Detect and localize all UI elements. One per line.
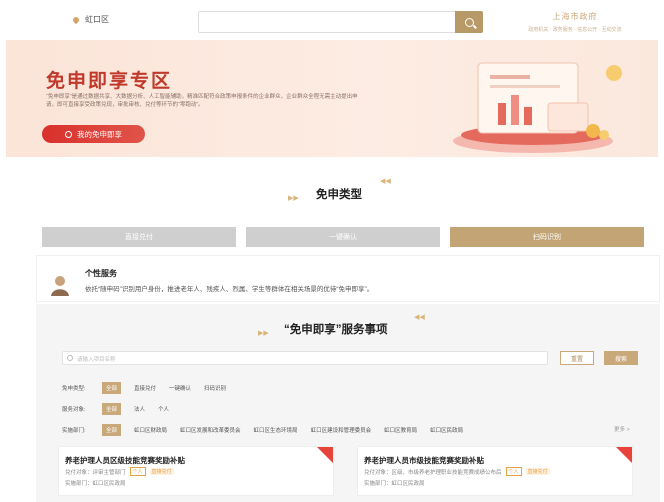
service-card-target: 兑付对象：评审主管部门 — [65, 469, 126, 476]
services-heading: “免申即享”服务事项 — [284, 324, 388, 336]
more-link[interactable]: 更多 > — [614, 425, 630, 433]
banner-title: 免申即享专区 — [46, 71, 173, 92]
filter-option[interactable]: 虹口区发展和改革委员会 — [180, 426, 241, 434]
service-card-tag: 个人 — [129, 467, 146, 476]
service-card-title: 养老护理人员区级技能竞赛奖励补贴 — [65, 456, 185, 465]
brand-title: 上海市政府 — [552, 12, 598, 21]
banner-illustration — [453, 62, 622, 153]
service-card-line: 兑付对象：区级、市级养老护理职业技能竞赛成绩公布后 个人 直接兑付 — [364, 467, 550, 476]
search-icon — [464, 17, 474, 27]
service-card-title: 养老护理人员市级技能竞赛奖励补贴 — [364, 456, 484, 465]
filter-option[interactable]: 一键确认 — [169, 384, 191, 392]
filter-row-department: 实施部门: 全部 虹口区财政局 虹口区发展和改革委员会 虹口区生态环境局 虹口区… — [62, 424, 476, 436]
top-search-button[interactable] — [455, 11, 483, 33]
my-exempt-button-label: 我的免申即享 — [77, 129, 122, 139]
filter-row-target: 服务对象: 全部 法人 个人 — [62, 403, 182, 415]
filter-label: 服务对象: — [62, 407, 86, 413]
filter-option[interactable]: 法人 — [134, 405, 145, 413]
location-pin-icon — [71, 15, 81, 24]
reset-button[interactable]: 重置 — [560, 351, 594, 365]
personal-service-title: 个性服务 — [85, 269, 117, 278]
search-button[interactable]: 搜索 — [604, 351, 638, 365]
filter-option[interactable]: 虹口区财政局 — [134, 426, 167, 434]
triangle-decor-icon: ◀◀ — [414, 314, 425, 321]
page: 虹口区 上海市政府 政府机关 · 政务服务 · 信息公开 · 互动交流 免申即享… — [0, 0, 664, 502]
service-card-type: 直接兑付 — [525, 468, 550, 475]
triangle-decor-icon: ▶▶ — [258, 330, 269, 337]
service-card-type: 直接兑付 — [149, 468, 174, 475]
service-card-tag: 个人 — [505, 467, 522, 476]
filter-row-type: 免申类型: 全部 直接兑付 一键确认 扫码识别 — [62, 382, 239, 394]
brand[interactable]: 上海市政府 政府机关 · 政务服务 · 信息公开 · 互动交流 — [510, 11, 640, 33]
triangle-decor-icon: ▶▶ — [288, 195, 299, 202]
my-exempt-button[interactable]: 我的免申即享 — [42, 125, 145, 143]
filter-option[interactable]: 全部 — [102, 382, 122, 394]
filter-option[interactable]: 个人 — [158, 405, 169, 413]
user-icon — [65, 130, 72, 138]
top-bar: 虹口区 上海市政府 政府机关 · 政务服务 · 信息公开 · 互动交流 — [0, 0, 664, 40]
filter-option[interactable]: 虹口区民政局 — [430, 426, 463, 434]
person-avatar-icon — [51, 276, 69, 296]
hero-banner: 免申即享专区 “免申即享”是通过数据共享、大数据分析、人工智能辅助，精准匹配符合… — [6, 40, 658, 157]
filter-label: 免申类型: — [62, 386, 86, 392]
brand-subtitle: 政府机关 · 政务服务 · 信息公开 · 互动交流 — [528, 27, 622, 33]
tab-one-click-confirm[interactable]: 一键确认 — [246, 227, 440, 247]
top-search-input[interactable] — [198, 11, 482, 33]
filter-option[interactable]: 全部 — [102, 424, 122, 436]
service-card-dept: 实施部门：虹口区民政局 — [364, 481, 425, 487]
service-search-input[interactable]: 请输入项目名称 — [62, 351, 548, 365]
tab-direct-pay[interactable]: 直接兑付 — [42, 227, 236, 247]
filter-option[interactable]: 直接兑付 — [134, 384, 156, 392]
banner-description: “免申即享”是通过数据共享、大数据分析、人工智能辅助，精准匹配符合政策申报条件的… — [46, 94, 358, 108]
service-card[interactable]: 养老护理人员市级技能竞赛奖励补贴 兑付对象：区级、市级养老护理职业技能竞赛成绩公… — [357, 446, 633, 496]
filter-label: 实施部门: — [62, 428, 86, 434]
service-card-line: 兑付对象：评审主管部门 个人 直接兑付 — [65, 467, 174, 476]
tab-scan-recognize[interactable]: 扫码识别 — [450, 227, 644, 247]
filter-option[interactable]: 虹口区生态环境局 — [254, 426, 298, 434]
personal-service-desc: 依托“随申码”识别用户身份，推进老年人、残疾人、烈属、学生等群体在相关场景的优待… — [85, 286, 374, 293]
search-icon — [67, 355, 73, 361]
filter-option[interactable]: 虹口区建设和管理委员会 — [311, 426, 372, 434]
types-heading: 免申类型 — [316, 189, 362, 201]
service-search-placeholder: 请输入项目名称 — [77, 357, 116, 363]
triangle-decor-icon: ◀◀ — [380, 178, 391, 185]
location-selector[interactable]: 虹口区 — [71, 14, 109, 25]
filter-option[interactable]: 全部 — [102, 403, 122, 415]
service-card-target: 兑付对象：区级、市级养老护理职业技能竞赛成绩公布后 — [364, 469, 502, 476]
personal-service-card[interactable]: 个性服务 依托“随申码”识别用户身份，推进老年人、残疾人、烈属、学生等群体在相关… — [36, 255, 660, 302]
corner-ribbon-icon — [616, 447, 632, 463]
service-card[interactable]: 养老护理人员区级技能竞赛奖励补贴 兑付对象：评审主管部门 个人 直接兑付 实施部… — [58, 446, 334, 496]
location-label: 虹口区 — [85, 15, 109, 24]
filter-option[interactable]: 扫码识别 — [204, 384, 226, 392]
filter-option[interactable]: 虹口区教育局 — [384, 426, 417, 434]
service-card-dept: 实施部门：虹口区民政局 — [65, 481, 126, 487]
corner-ribbon-icon — [317, 447, 333, 463]
